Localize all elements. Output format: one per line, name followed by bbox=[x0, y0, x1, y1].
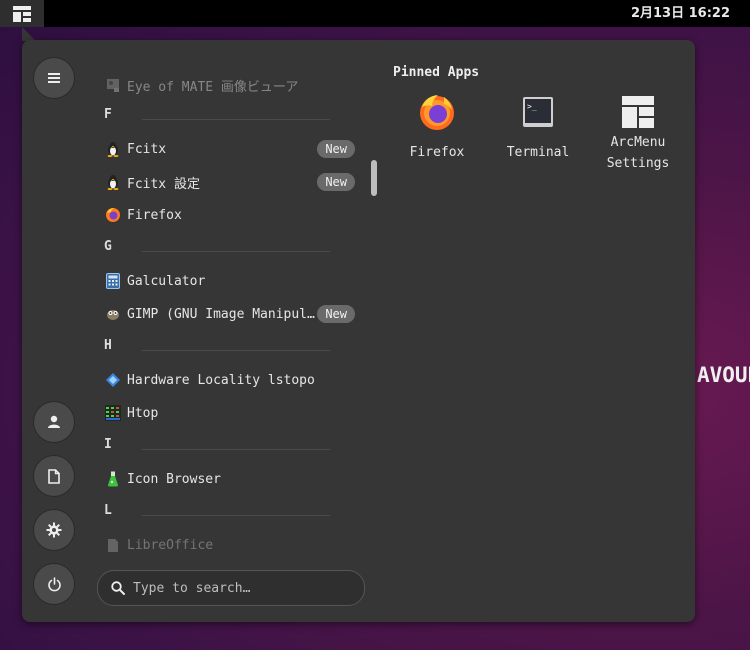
wallpaper-text: AVOURI bbox=[697, 363, 750, 387]
section-divider bbox=[142, 251, 330, 252]
list-item-firefox[interactable]: Firefox bbox=[102, 200, 357, 230]
section-header-i: I bbox=[104, 437, 330, 461]
list-item-gimp[interactable]: GIMP (GNU Image Manipul… New bbox=[102, 299, 357, 329]
arcmenu-icon bbox=[588, 92, 688, 132]
hamburger-menu-button[interactable] bbox=[34, 58, 74, 98]
section-divider bbox=[142, 515, 330, 516]
gear-icon bbox=[46, 522, 62, 538]
pinned-app-label: Terminal bbox=[506, 145, 570, 160]
list-item-hardware-locality[interactable]: Hardware Locality lstopo bbox=[102, 365, 357, 395]
section-divider bbox=[142, 449, 330, 450]
section-header-l: L bbox=[104, 503, 330, 527]
terminal-icon: >_ bbox=[488, 92, 588, 132]
arcmenu-popup: Eye of MATE 画像ビューア F Fcitx New Fcitx 設定 … bbox=[22, 40, 695, 622]
firefox-icon bbox=[105, 207, 121, 223]
htop-icon bbox=[105, 405, 121, 421]
new-badge: New bbox=[317, 173, 355, 191]
list-item-htop[interactable]: Htop bbox=[102, 398, 357, 428]
list-item-eye-of-mate[interactable]: Eye of MATE 画像ビューア bbox=[102, 70, 357, 100]
user-button[interactable] bbox=[34, 402, 74, 442]
list-item-libreoffice[interactable]: LibreOffice bbox=[102, 530, 357, 560]
hamburger-icon bbox=[48, 73, 60, 83]
document-icon bbox=[48, 468, 60, 484]
search-icon bbox=[111, 581, 125, 595]
section-divider bbox=[142, 350, 330, 351]
penguin-icon bbox=[105, 174, 121, 190]
app-list-scrollbar[interactable] bbox=[371, 160, 377, 196]
documents-button[interactable] bbox=[34, 456, 74, 496]
arcmenu-icon bbox=[13, 5, 31, 22]
power-icon bbox=[47, 576, 61, 591]
svg-text:>_: >_ bbox=[527, 102, 537, 111]
settings-button[interactable] bbox=[34, 510, 74, 550]
pinned-app-label: ArcMenu Settings bbox=[606, 135, 670, 171]
wallpaper-text-main: AVOUR bbox=[697, 363, 750, 387]
new-badge: New bbox=[317, 305, 355, 323]
pinned-app-terminal[interactable]: >_ Terminal bbox=[488, 92, 588, 163]
penguin-icon bbox=[105, 141, 121, 157]
firefox-icon bbox=[387, 92, 487, 132]
list-item-fcitx[interactable]: Fcitx New bbox=[102, 134, 357, 164]
flask-icon bbox=[105, 471, 121, 487]
libreoffice-icon bbox=[105, 537, 121, 553]
power-button[interactable] bbox=[34, 564, 74, 604]
search-bar[interactable] bbox=[97, 570, 365, 606]
gimp-icon bbox=[105, 306, 121, 322]
pinned-app-arcmenu-settings[interactable]: ArcMenu Settings bbox=[588, 92, 688, 174]
list-item-galculator[interactable]: Galculator bbox=[102, 266, 357, 296]
clock[interactable]: 2月13日 16:22 bbox=[631, 0, 730, 27]
pinned-app-firefox[interactable]: Firefox bbox=[387, 92, 487, 163]
new-badge: New bbox=[317, 140, 355, 158]
list-item-icon-browser[interactable]: Icon Browser bbox=[102, 464, 357, 494]
user-icon bbox=[48, 415, 60, 428]
top-panel: 2月13日 16:22 bbox=[0, 0, 750, 27]
arcmenu-panel-button[interactable] bbox=[0, 0, 44, 27]
search-input[interactable] bbox=[131, 579, 355, 597]
hardware-icon bbox=[105, 372, 121, 388]
popup-arrow bbox=[22, 27, 36, 41]
pinned-app-label: Firefox bbox=[409, 145, 465, 160]
image-viewer-icon bbox=[105, 77, 121, 93]
list-item-fcitx-settings[interactable]: Fcitx 設定 New bbox=[102, 167, 357, 197]
section-header-h: H bbox=[104, 338, 330, 362]
section-header-g: G bbox=[104, 239, 330, 263]
calculator-icon bbox=[105, 273, 121, 289]
pinned-apps-title: Pinned Apps bbox=[393, 65, 480, 80]
section-divider bbox=[142, 119, 330, 120]
section-header-f: F bbox=[104, 107, 330, 131]
